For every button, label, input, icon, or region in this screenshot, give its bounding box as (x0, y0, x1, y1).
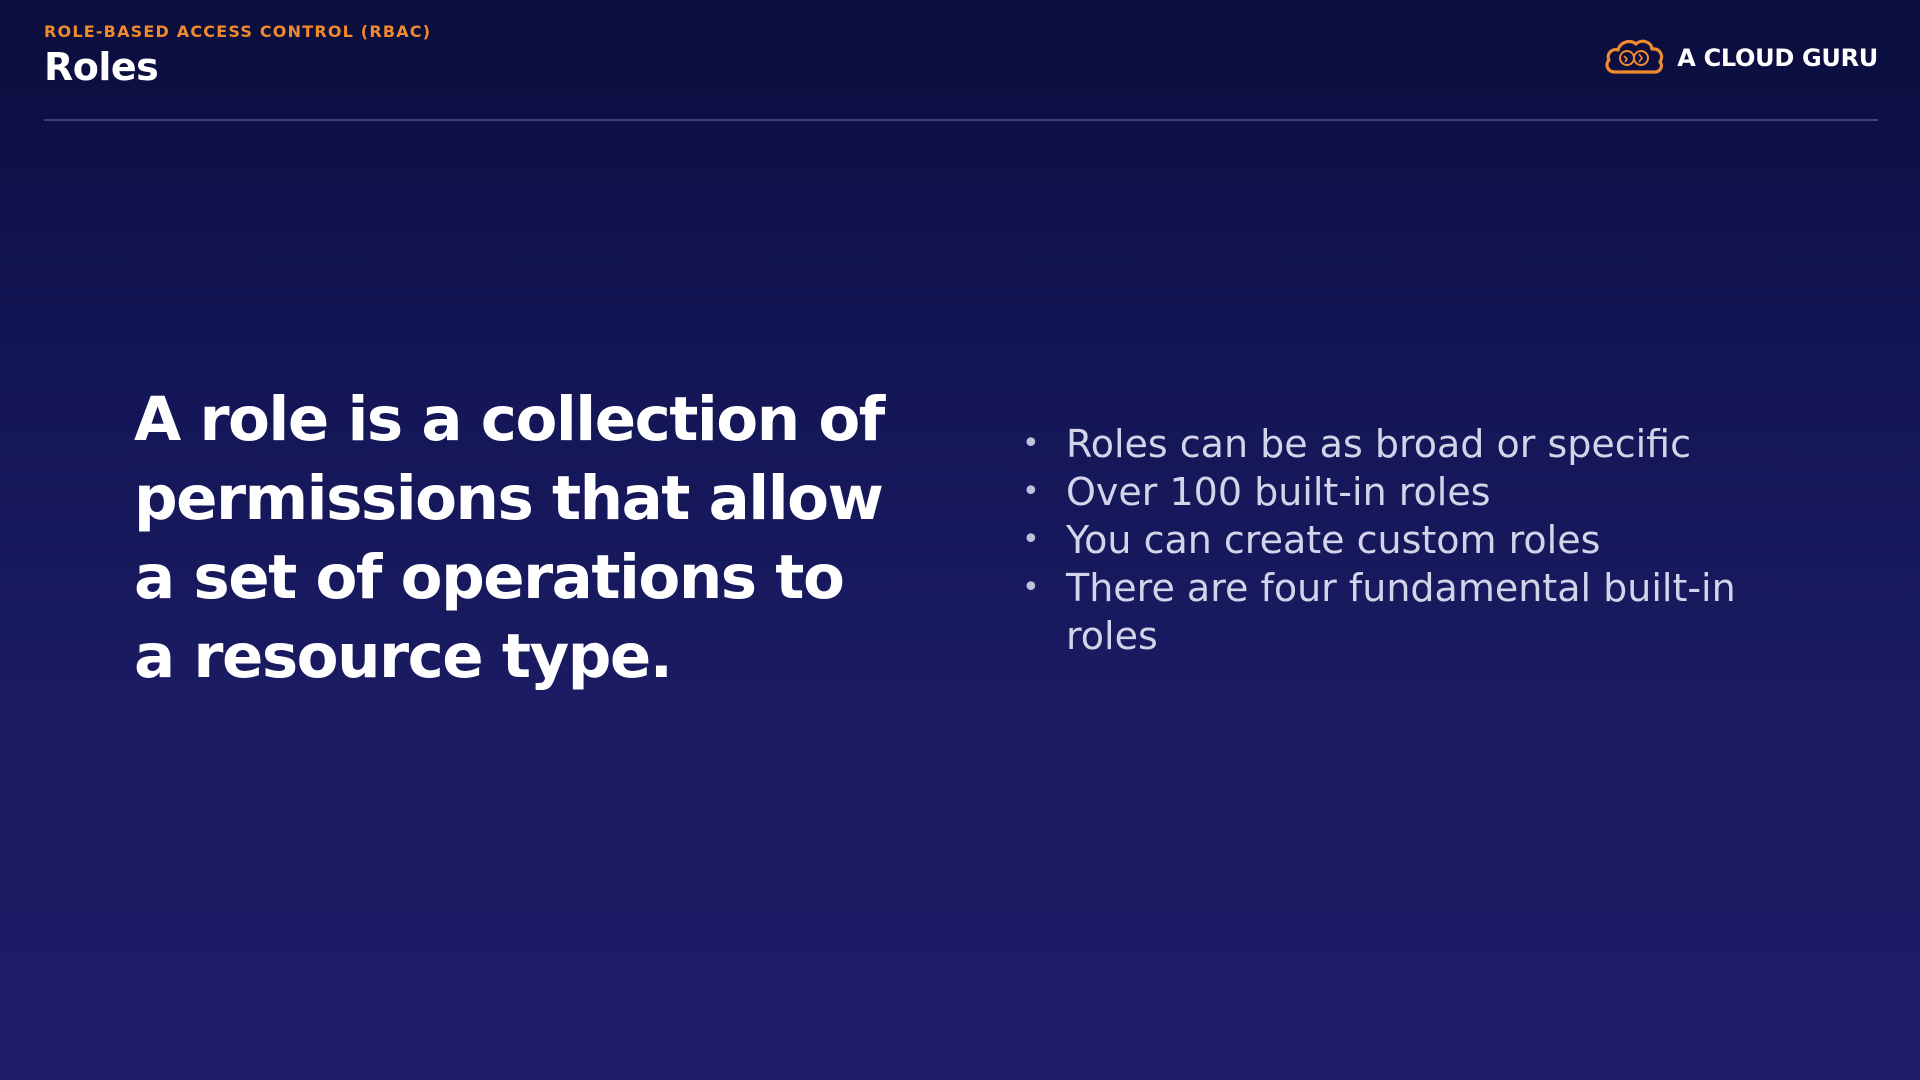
bullet-icon: • (1022, 570, 1040, 605)
brand-name: A CLOUD GURU (1677, 44, 1878, 72)
bullet-text: Over 100 built-in roles (1066, 470, 1491, 514)
slide-title: Roles (44, 45, 159, 89)
header-divider (44, 119, 1878, 121)
list-item: • You can create custom roles (1020, 516, 1780, 564)
roles-bullet-list: • Roles can be as broad or specific • Over… (1020, 420, 1780, 660)
bullet-text: You can create custom roles (1066, 518, 1601, 562)
list-item: • Roles can be as broad or specific (1020, 420, 1780, 468)
role-definition-statement: A role is a collection of permissions th… (134, 384, 885, 692)
section-eyebrow: ROLE-BASED ACCESS CONTROL (RBAC) (44, 22, 432, 41)
bullet-icon: • (1022, 474, 1040, 509)
bullet-icon: • (1022, 426, 1040, 461)
list-item: • There are four fundamental built-in rol… (1020, 564, 1780, 660)
bullet-icon: • (1022, 522, 1040, 557)
slide-header: ROLE-BASED ACCESS CONTROL (RBAC) Roles (44, 22, 431, 90)
list-item: • Over 100 built-in roles (1020, 468, 1780, 516)
bullet-text: Roles can be as broad or specific (1066, 422, 1692, 466)
bullet-text: There are four fundamental built-in role… (1066, 566, 1736, 658)
brand-logo: A CLOUD GURU (1603, 36, 1878, 80)
cloud-logo-icon (1603, 36, 1665, 80)
